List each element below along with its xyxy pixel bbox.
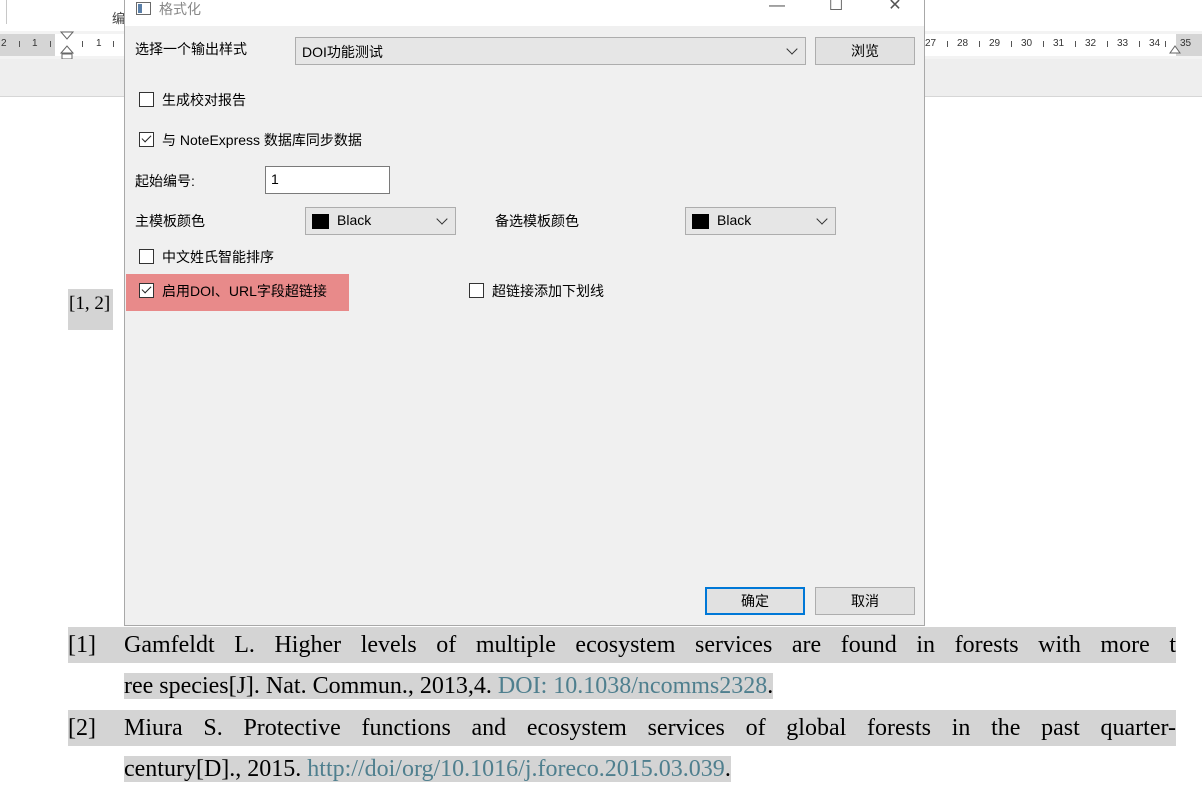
ruler-tick <box>82 41 83 47</box>
minimize-button[interactable]: — <box>754 0 800 22</box>
ruler-tick <box>1107 41 1108 47</box>
browse-button[interactable]: 浏览 <box>815 37 915 65</box>
ruler-number: 1 <box>32 38 38 49</box>
alt-color-label: 备选模板颜色 <box>495 213 579 229</box>
format-dialog: 格式化 — ☐ ✕ 选择一个输出样式 DOI功能测试 浏览 生成校对报告 与 N… <box>124 0 925 626</box>
ruler-number: 33 <box>1117 38 1129 49</box>
enable-link-label: 启用DOI、URL字段超链接 <box>162 283 327 299</box>
color-swatch <box>312 214 329 229</box>
chinese-sort-label: 中文姓氏智能排序 <box>162 249 274 265</box>
chevron-down-icon <box>816 213 828 225</box>
ruler-number: 28 <box>957 38 969 49</box>
ruler-number: 27 <box>925 38 937 49</box>
ruler-tick <box>1165 41 1166 47</box>
ruler-tick <box>50 41 51 47</box>
reference-end: . <box>767 673 774 699</box>
ruler-number: 30 <box>1021 38 1033 49</box>
sync-checkbox[interactable] <box>139 132 154 147</box>
ruler-number: 35 <box>1180 38 1192 49</box>
reference-line[interactable]: ree species[J]. Nat. Commun., 2013,4. DO… <box>124 668 774 704</box>
color-swatch <box>692 214 709 229</box>
underline-link-checkbox[interactable] <box>469 283 484 298</box>
ruler-tick <box>1011 41 1012 47</box>
reference-line[interactable]: Miura S. Protective functions and ecosys… <box>124 710 1176 746</box>
reference-line[interactable]: century[D]., 2015. http://doi/org/10.101… <box>124 751 731 787</box>
citation-text: [1, 2] <box>69 293 111 314</box>
reference-number: [1] <box>68 627 124 663</box>
start-number-value: 1 <box>271 171 279 187</box>
url-link[interactable]: http://doi/org/10.1016/j.foreco.2015.03.… <box>307 756 725 782</box>
ruler-number: 1 <box>96 38 102 49</box>
indent-marker-icon[interactable] <box>60 31 74 61</box>
dialog-titlebar[interactable]: 格式化 — ☐ ✕ <box>125 0 924 26</box>
alt-color-select[interactable]: Black <box>685 207 836 235</box>
ruler-tick <box>1139 41 1140 47</box>
sync-label: 与 NoteExpress 数据库同步数据 <box>162 132 362 148</box>
alt-color-value: Black <box>717 212 752 228</box>
cancel-button[interactable]: 取消 <box>815 587 915 615</box>
main-color-select[interactable]: Black <box>305 207 456 235</box>
close-button[interactable]: ✕ <box>872 0 918 22</box>
reference-line[interactable]: Gamfeldt L. Higher levels of multiple ec… <box>124 627 1176 663</box>
citation-marker[interactable]: [1, 2] <box>68 289 113 330</box>
chevron-down-icon <box>786 43 798 55</box>
main-color-label: 主模板颜色 <box>135 213 205 229</box>
ruler-tick <box>19 41 20 47</box>
reference-text: ree species[J]. Nat. Commun., 2013,4. <box>124 673 498 699</box>
doi-link[interactable]: DOI: 10.1038/ncomms2328 <box>497 673 768 699</box>
maximize-button[interactable]: ☐ <box>813 0 859 22</box>
reference-text: century[D]., 2015. <box>124 756 308 782</box>
ruler-left-margin <box>0 34 55 56</box>
enable-link-checkbox[interactable] <box>139 283 154 298</box>
main-color-value: Black <box>337 212 372 228</box>
start-number-label: 起始编号: <box>135 173 195 189</box>
ruler-number: 32 <box>1085 38 1097 49</box>
output-style-select[interactable]: DOI功能测试 <box>295 37 806 65</box>
proof-report-label: 生成校对报告 <box>162 92 246 108</box>
ruler-number: 29 <box>989 38 1001 49</box>
ruler-tick <box>1075 41 1076 47</box>
ruler-number: 31 <box>1053 38 1065 49</box>
output-style-label: 选择一个输出样式 <box>135 41 247 57</box>
ruler-tick <box>947 41 948 47</box>
start-number-input[interactable]: 1 <box>265 166 390 194</box>
ruler-number: 34 <box>1149 38 1161 49</box>
app-icon <box>136 2 151 15</box>
ruler-tick <box>1043 41 1044 47</box>
chevron-down-icon <box>436 213 448 225</box>
app-icon-bar <box>138 4 142 13</box>
ruler-number: 2 <box>1 38 7 49</box>
reference-number: [2] <box>68 710 124 746</box>
output-style-value: DOI功能测试 <box>302 44 383 60</box>
ruler-tick <box>979 41 980 47</box>
underline-link-label: 超链接添加下划线 <box>492 283 604 299</box>
proof-report-checkbox[interactable] <box>139 92 154 107</box>
ok-button[interactable]: 确定 <box>705 587 805 615</box>
dialog-title: 格式化 <box>159 1 201 17</box>
toolbar-divider <box>6 0 7 24</box>
chinese-sort-checkbox[interactable] <box>139 249 154 264</box>
ruler-tick <box>113 41 114 47</box>
reference-end: . <box>724 756 731 782</box>
